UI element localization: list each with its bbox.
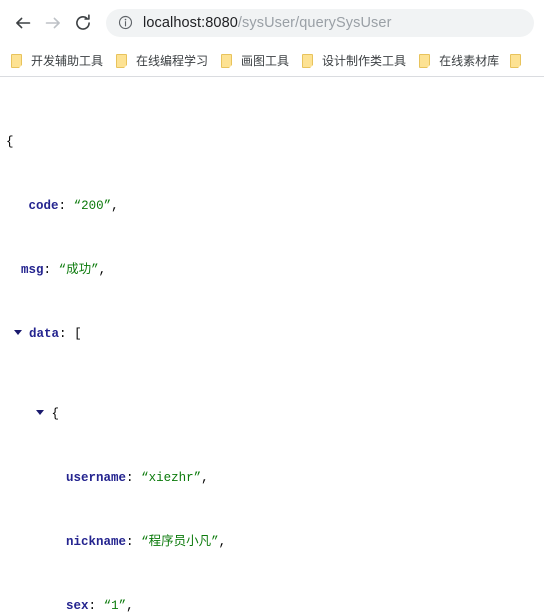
json-line-code: code: “200”, [6, 198, 544, 214]
bookmark-label: 开发辅助工具 [31, 54, 104, 68]
comma: , [111, 199, 119, 213]
folder-icon [221, 53, 234, 68]
quote-open: “ [141, 535, 149, 549]
msg-value: 成功 [66, 263, 92, 277]
back-arrow-icon [13, 13, 33, 33]
username-value: xiezhr [148, 471, 194, 485]
quote-close: ” [91, 263, 99, 277]
json-key-sex: sex [66, 599, 89, 613]
json-key-msg: msg [21, 263, 44, 277]
quote-close: ” [193, 471, 202, 485]
address-bar[interactable]: localhost:8080/sysUser/querySysUser [106, 8, 534, 37]
json-line-data: data: [ [6, 326, 544, 342]
bookmark-item-overflow[interactable] [508, 49, 523, 73]
json-value-msg: “成功” [59, 263, 99, 277]
json-root-open: { [6, 134, 544, 150]
bracket-open: [ [74, 327, 82, 341]
bookmark-item-0[interactable]: 开发辅助工具 [7, 49, 110, 73]
colon: : [88, 599, 97, 613]
bookmarks-bar: 开发辅助工具 在线编程学习 画图工具 设计制作类工具 在线素材库 [0, 45, 544, 77]
json-record-0-username: username: “xiezhr”, [6, 470, 544, 486]
comma: , [201, 471, 209, 485]
json-record-0-sex: sex: “1”, [6, 598, 544, 614]
colon: : [126, 471, 134, 485]
colon: : [126, 535, 134, 549]
browser-toolbar: localhost:8080/sysUser/querySysUser [0, 0, 544, 45]
json-key-nickname: nickname [66, 535, 127, 549]
bookmark-item-3[interactable]: 设计制作类工具 [298, 49, 413, 73]
folder-icon [419, 53, 432, 68]
comma: , [218, 535, 227, 549]
folder-icon [510, 53, 523, 68]
forward-button[interactable] [38, 8, 68, 38]
bookmark-label: 在线素材库 [439, 54, 500, 68]
quote-open: “ [103, 599, 112, 613]
collapse-triangle-icon[interactable] [36, 410, 45, 415]
comma: , [98, 263, 107, 277]
folder-icon [116, 53, 129, 68]
quote-open: “ [141, 471, 149, 485]
forward-arrow-icon [43, 13, 63, 33]
code-value: 200 [81, 199, 104, 213]
json-value-username: “xiezhr” [141, 471, 201, 485]
bookmark-label: 画图工具 [241, 54, 290, 68]
quote-close: ” [103, 199, 112, 213]
colon: : [43, 263, 52, 277]
json-value-code: “200” [74, 199, 112, 213]
sex-value: 1 [111, 599, 119, 613]
bookmark-item-2[interactable]: 画图工具 [217, 49, 296, 73]
collapse-triangle-icon[interactable] [13, 330, 22, 335]
bookmark-label: 在线编程学习 [136, 54, 209, 68]
json-line-msg: msg: “成功”, [6, 262, 544, 278]
url-path: /sysUser/querySysUser [237, 14, 392, 31]
reload-icon [73, 13, 93, 33]
json-key-data: data [29, 327, 60, 341]
bookmark-item-1[interactable]: 在线编程学习 [112, 49, 215, 73]
folder-icon [11, 53, 24, 68]
json-value-nickname: “程序员小凡” [141, 535, 219, 549]
json-record-0-open: { [6, 406, 544, 422]
brace-open: { [51, 407, 60, 421]
reload-button[interactable] [68, 8, 98, 38]
json-key-username: username [66, 471, 127, 485]
quote-open: “ [73, 199, 82, 213]
url-text: localhost:8080/sysUser/querySysUser [143, 15, 392, 31]
browser-chrome: localhost:8080/sysUser/querySysUser 开发辅助… [0, 0, 544, 77]
folder-icon [302, 53, 315, 68]
quote-close: ” [211, 535, 219, 549]
brace-open: { [6, 135, 14, 149]
json-response-viewer: { code: “200”, msg: “成功”, data: [ { user… [0, 77, 544, 614]
bookmark-label: 设计制作类工具 [322, 54, 407, 68]
colon: : [59, 327, 67, 341]
url-host: localhost:8080 [143, 14, 238, 31]
quote-close: ” [118, 599, 127, 613]
nickname-value: 程序员小凡 [148, 535, 212, 549]
site-info-icon[interactable] [118, 15, 133, 30]
back-button[interactable] [8, 8, 38, 38]
json-key-code: code [28, 199, 59, 213]
quote-open: “ [58, 263, 67, 277]
colon: : [58, 199, 67, 213]
json-value-sex: “1” [104, 599, 127, 613]
bookmark-item-4[interactable]: 在线素材库 [415, 49, 506, 73]
comma: , [126, 599, 134, 613]
json-record-0-nickname: nickname: “程序员小凡”, [6, 534, 544, 550]
